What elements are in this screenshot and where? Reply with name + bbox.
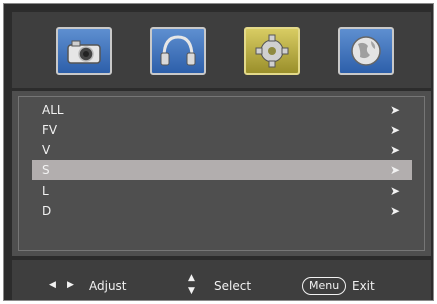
sound-icon bbox=[160, 35, 196, 66]
submenu-arrow-icon: ➤ bbox=[389, 163, 400, 177]
tab-picture[interactable] bbox=[56, 27, 112, 75]
tab-setup[interactable] bbox=[244, 27, 300, 75]
menu-item-d[interactable]: D ➤ bbox=[32, 201, 412, 221]
menu-item-label: ALL bbox=[42, 103, 64, 117]
menu-item-l[interactable]: L ➤ bbox=[32, 181, 412, 201]
menu-key-icon: Menu bbox=[302, 277, 347, 295]
down-arrow-icon: ▼ bbox=[188, 286, 195, 296]
submenu-arrow-icon: ➤ bbox=[389, 184, 400, 198]
osd-window: ALL ➤ FV ➤ V ➤ S ➤ L ➤ D ➤ ◀ ▶ Adjust ▲ … bbox=[3, 3, 434, 301]
tab-sound[interactable] bbox=[150, 27, 206, 75]
menu-item-all[interactable]: ALL ➤ bbox=[32, 100, 412, 120]
picture-icon bbox=[67, 40, 101, 64]
submenu-arrow-icon: ➤ bbox=[389, 143, 400, 157]
globe-icon bbox=[351, 36, 381, 66]
menu-panel: ALL ➤ FV ➤ V ➤ S ➤ L ➤ D ➤ bbox=[12, 91, 431, 256]
menu-item-label: V bbox=[42, 143, 51, 157]
menu-item-v[interactable]: V ➤ bbox=[32, 140, 412, 160]
right-arrow-icon: ▶ bbox=[67, 280, 74, 290]
up-arrow-icon: ▲ bbox=[188, 273, 195, 283]
menu-item-label: L bbox=[42, 184, 49, 198]
setup-gear-icon bbox=[255, 34, 289, 68]
menu-item-label: FV bbox=[42, 123, 58, 137]
menu-item-s[interactable]: S ➤ bbox=[32, 160, 412, 180]
adjust-label: Adjust bbox=[89, 279, 127, 293]
help-bar: ◀ ▶ Adjust ▲ ▼ Select Menu Exit bbox=[12, 260, 431, 300]
menu-item-fv[interactable]: FV ➤ bbox=[32, 120, 412, 140]
menu-item-label: D bbox=[42, 204, 52, 218]
submenu-arrow-icon: ➤ bbox=[389, 204, 400, 218]
tab-globe[interactable] bbox=[338, 27, 394, 75]
exit-label: Exit bbox=[352, 279, 375, 293]
submenu-arrow-icon: ➤ bbox=[389, 103, 400, 117]
menu-item-label: S bbox=[42, 163, 50, 177]
left-arrow-icon: ◀ bbox=[49, 280, 56, 290]
submenu-arrow-icon: ➤ bbox=[389, 123, 400, 137]
tab-bar bbox=[12, 12, 431, 88]
select-label: Select bbox=[214, 279, 252, 293]
